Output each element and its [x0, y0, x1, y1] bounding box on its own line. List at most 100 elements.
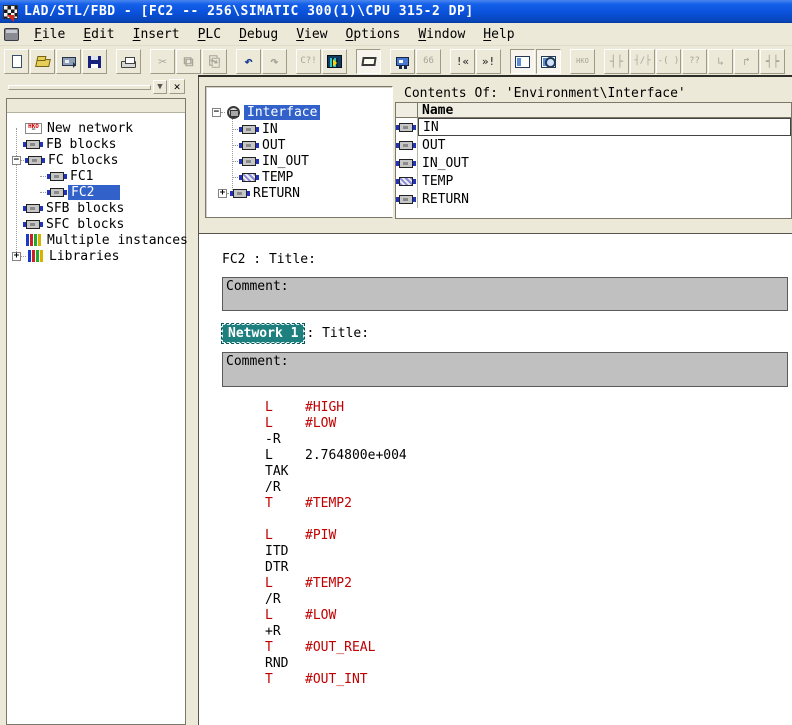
sidebar-item-libraries[interactable]: Libraries [12, 248, 121, 264]
stl-line[interactable]: -R [265, 432, 407, 448]
interface-item-return[interactable]: RETURN [218, 185, 302, 201]
stl-line[interactable]: L#HIGH [265, 400, 407, 416]
contents-row-in[interactable]: IN [396, 118, 791, 136]
block-comment-box[interactable]: Comment: [222, 277, 788, 311]
comment-toggle-button[interactable] [356, 49, 381, 74]
contents-row-in-out[interactable]: IN_OUT [396, 154, 791, 172]
block-call-icon [327, 55, 342, 68]
sidebar-header [7, 99, 185, 113]
contents-row-temp[interactable]: TEMP [396, 172, 791, 190]
stl-line[interactable]: T#OUT_INT [265, 672, 407, 688]
sidebar-item-sfc-blocks[interactable]: SFC blocks [24, 216, 126, 232]
previous-error-button[interactable]: !« [450, 49, 475, 74]
sidebar-dropdown-button[interactable]: ▼ [153, 80, 167, 94]
close-branch-icon: ↱ [743, 56, 750, 67]
block-icon [50, 188, 64, 197]
stl-line[interactable]: L#LOW [265, 608, 407, 624]
next-error-button[interactable]: »! [476, 49, 501, 74]
collapse-box-icon[interactable] [12, 156, 21, 165]
document-system-icon[interactable] [4, 28, 19, 41]
interface-item-in[interactable]: IN [232, 121, 280, 137]
application-window: { "window": { "title": "LAD/STL/FBD - [F… [0, 0, 792, 725]
stl-line[interactable]: L2.764800e+004 [265, 448, 407, 464]
stl-line[interactable]: /R [265, 592, 407, 608]
declaration-return-icon [233, 189, 247, 198]
goto-location-button[interactable]: C?! [296, 49, 321, 74]
menu-options[interactable]: Options [337, 25, 410, 44]
stl-line[interactable]: ITD [265, 544, 407, 560]
stl-line[interactable]: L#PIW [265, 528, 407, 544]
block-folder-icon [28, 156, 42, 165]
stl-line[interactable]: T#OUT_REAL [265, 640, 407, 656]
scissors-icon: ✂ [158, 55, 166, 69]
menu-window[interactable]: Window [409, 25, 474, 44]
sidebar-item-fb-blocks[interactable]: FB blocks [24, 136, 118, 152]
stl-line[interactable]: L#LOW [265, 416, 407, 432]
download-station-button[interactable] [56, 49, 81, 74]
sidebar-drag-handle[interactable] [8, 85, 151, 90]
stl-line[interactable]: RND [265, 656, 407, 672]
coil-button[interactable]: -( ) [656, 49, 681, 74]
menu-insert[interactable]: Insert [124, 25, 189, 44]
block-call-button[interactable] [322, 49, 347, 74]
sidebar-item-fc1[interactable]: FC1 [40, 168, 95, 184]
stl-line[interactable]: +R [265, 624, 407, 640]
app-icon[interactable] [3, 5, 18, 19]
sidebar-close-button[interactable]: ✕ [169, 79, 185, 94]
coil-icon: -( ) [658, 57, 680, 66]
interface-root[interactable]: Interface [212, 104, 320, 120]
expand-box-icon[interactable] [12, 252, 21, 261]
save-button[interactable] [82, 49, 107, 74]
monitor-button[interactable]: 66 [416, 49, 441, 74]
sidebar-item-multiple-instances[interactable]: Multiple instances [24, 232, 190, 248]
stl-line[interactable]: DTR [265, 560, 407, 576]
menu-plc[interactable]: PLC [189, 25, 230, 44]
open-branch-button[interactable]: ↳ [708, 49, 733, 74]
menu-file[interactable]: File [25, 25, 74, 44]
print-button[interactable] [116, 49, 141, 74]
stl-line[interactable]: T#TEMP2 [265, 496, 407, 512]
sidebar-item-sfb-blocks[interactable]: SFB blocks [24, 200, 126, 216]
contents-row-out[interactable]: OUT [396, 136, 791, 154]
sidebar-item-fc-blocks[interactable]: FC blocks [12, 152, 120, 168]
detail-window-button[interactable] [536, 49, 561, 74]
network-label[interactable]: Network 1 [222, 324, 304, 343]
stl-line[interactable]: TAK [265, 464, 407, 480]
undo-button[interactable]: ↶ [236, 49, 261, 74]
expand-box-icon[interactable] [218, 189, 227, 198]
copy-button[interactable]: ⧉ [176, 49, 201, 74]
menu-debug[interactable]: Debug [230, 25, 287, 44]
collapse-box-icon[interactable] [212, 108, 221, 117]
stl-line[interactable]: L#TEMP2 [265, 576, 407, 592]
menu-help[interactable]: Help [474, 25, 523, 44]
close-branch-button[interactable]: ↱ [734, 49, 759, 74]
title-bar: LAD/STL/FBD - [FC2 -- 256\SIMATIC 300(1)… [0, 0, 792, 23]
interface-item-out[interactable]: OUT [232, 137, 287, 153]
network-comment-box[interactable]: Comment: [222, 352, 788, 387]
window-title: LAD/STL/FBD - [FC2 -- 256\SIMATIC 300(1)… [24, 4, 474, 19]
cut-button[interactable]: ✂ [150, 49, 175, 74]
redo-button[interactable]: ↷ [262, 49, 287, 74]
interface-item-temp[interactable]: TEMP [232, 169, 295, 185]
contact-nc-button[interactable]: ┤/├ [630, 49, 655, 74]
paste-button[interactable]: ⎘ [202, 49, 227, 74]
new-network-button[interactable]: HKO [570, 49, 595, 74]
normally-closed-contact-icon: ┤/├ [634, 57, 650, 66]
new-file-button[interactable] [4, 49, 29, 74]
overview-window-button[interactable] [510, 49, 535, 74]
empty-box-button[interactable]: ?? [682, 49, 707, 74]
name-column-header[interactable]: Name [418, 103, 453, 117]
io-box-button[interactable]: ┥┝ [760, 49, 785, 74]
sidebar-item-fc2[interactable]: FC2 [40, 184, 120, 200]
menu-edit[interactable]: Edit [74, 25, 123, 44]
stl-code-block[interactable]: L#HIGH L#LOW -R L2.764800e+004 TAK /R T#… [265, 400, 407, 688]
io-box-icon: ┥┝ [766, 56, 779, 67]
interface-item-in-out[interactable]: IN_OUT [232, 153, 311, 169]
menu-view[interactable]: View [287, 25, 336, 44]
contact-no-button[interactable]: ┤├ [604, 49, 629, 74]
sidebar-item-new-network[interactable]: New network [24, 120, 135, 136]
open-file-button[interactable] [30, 49, 55, 74]
symbol-representation-button[interactable] [390, 49, 415, 74]
stl-line[interactable]: /R [265, 480, 407, 496]
contents-row-return[interactable]: RETURN [396, 190, 791, 208]
